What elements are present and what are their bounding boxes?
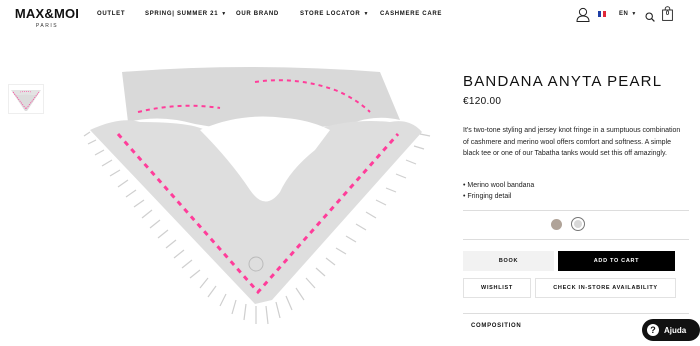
wishlist-button[interactable]: WISHLIST: [463, 278, 531, 298]
search-icon[interactable]: [645, 9, 655, 27]
flag-fr-icon[interactable]: [598, 11, 607, 17]
color-swatch-taupe[interactable]: [551, 219, 562, 230]
language-selector[interactable]: EN ▼: [619, 11, 637, 17]
site-header: MAX&MOI PARIS OUTLET SPRING| SUMMER 21 ▼ …: [0, 0, 700, 36]
nav-item-outlet[interactable]: OUTLET: [97, 11, 125, 17]
chevron-down-icon: ▼: [631, 11, 637, 17]
nav-item-cashmere-care[interactable]: CASHMERE CARE: [380, 11, 442, 17]
feature-item: • Fringing detail: [463, 193, 512, 200]
nav-label: STORE LOCATOR: [300, 11, 361, 17]
chevron-down-icon: ▼: [363, 11, 370, 17]
color-swatch-pearl-selected[interactable]: [571, 217, 585, 231]
divider: [463, 313, 689, 314]
product-description: It's two-tone styling and jersey knot fr…: [463, 127, 681, 157]
chevron-down-icon: ▼: [221, 11, 227, 17]
book-button[interactable]: BOOK: [463, 251, 554, 271]
nav-item-spring-summer[interactable]: SPRING| SUMMER 21 ▼: [145, 11, 227, 17]
product-title: BANDANA ANYTA PEARL: [463, 73, 663, 90]
divider: [463, 239, 689, 240]
nav-label: CASHMERE CARE: [380, 11, 443, 17]
help-widget-button[interactable]: ? Ajuda: [642, 319, 700, 341]
brand-logo[interactable]: MAX&MOI PARIS: [7, 6, 87, 30]
nav-label: OUR BRAND: [236, 11, 279, 17]
product-main-image: [80, 52, 440, 346]
check-in-store-button[interactable]: CHECK IN-STORE AVAILABILITY: [535, 278, 676, 298]
nav-item-store-locator[interactable]: STORE LOCATOR ▼: [300, 11, 369, 17]
logo-text: MAX&MOI: [14, 6, 80, 21]
product-price: €120.00: [463, 96, 502, 107]
language-label: EN: [619, 11, 629, 17]
feature-item: • Merino wool bandana: [463, 182, 535, 189]
divider: [463, 210, 689, 211]
nav-label: OUTLET: [97, 11, 126, 17]
question-icon: ?: [647, 324, 659, 336]
product-thumbnail[interactable]: [8, 84, 44, 114]
cart-count: 0: [665, 11, 670, 17]
user-icon[interactable]: [576, 7, 590, 27]
help-label: Ajuda: [664, 325, 687, 335]
add-to-cart-button[interactable]: ADD TO CART: [558, 251, 675, 271]
bag-icon[interactable]: 0: [662, 6, 673, 26]
product-features: • Merino wool bandana • Fringing detail: [463, 180, 688, 202]
composition-accordion[interactable]: COMPOSITION: [471, 323, 521, 329]
logo-subtitle: PARIS: [35, 23, 59, 29]
nav-item-our-brand[interactable]: OUR BRAND: [236, 11, 279, 17]
nav-label: SPRING| SUMMER 21: [145, 11, 219, 17]
